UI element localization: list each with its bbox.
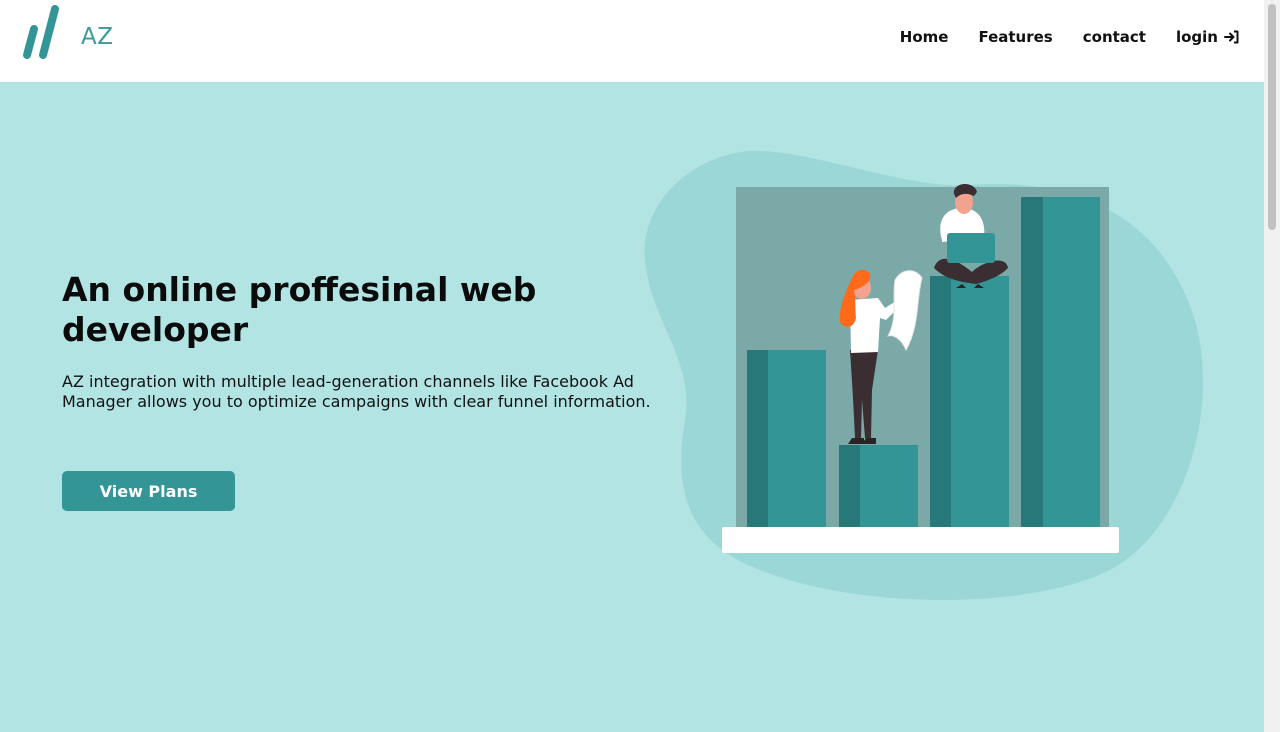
nav-login[interactable]: login bbox=[1176, 28, 1240, 46]
nav-home[interactable]: Home bbox=[900, 28, 949, 46]
brand-name[interactable]: AZ bbox=[81, 24, 114, 50]
page-scrollbar[interactable] bbox=[1264, 0, 1280, 732]
logo-icon[interactable] bbox=[20, 3, 62, 63]
hero-illustration bbox=[644, 150, 1204, 600]
login-icon bbox=[1224, 30, 1239, 44]
illustration-base bbox=[722, 527, 1119, 553]
nav-links: Home Features contact login bbox=[870, 28, 1240, 46]
nav-contact[interactable]: contact bbox=[1083, 28, 1146, 46]
hero-section: An online proffesinal web developer AZ i… bbox=[0, 82, 1264, 732]
nav-features[interactable]: Features bbox=[978, 28, 1052, 46]
scrollbar-thumb[interactable] bbox=[1268, 4, 1276, 230]
view-plans-button[interactable]: View Plans bbox=[62, 471, 235, 511]
navbar: AZ Home Features contact login bbox=[0, 0, 1264, 82]
hero-headline: An online proffesinal web developer bbox=[62, 270, 537, 349]
nav-login-label: login bbox=[1175, 28, 1218, 46]
hero-description: AZ integration with multiple lead-genera… bbox=[62, 372, 651, 411]
